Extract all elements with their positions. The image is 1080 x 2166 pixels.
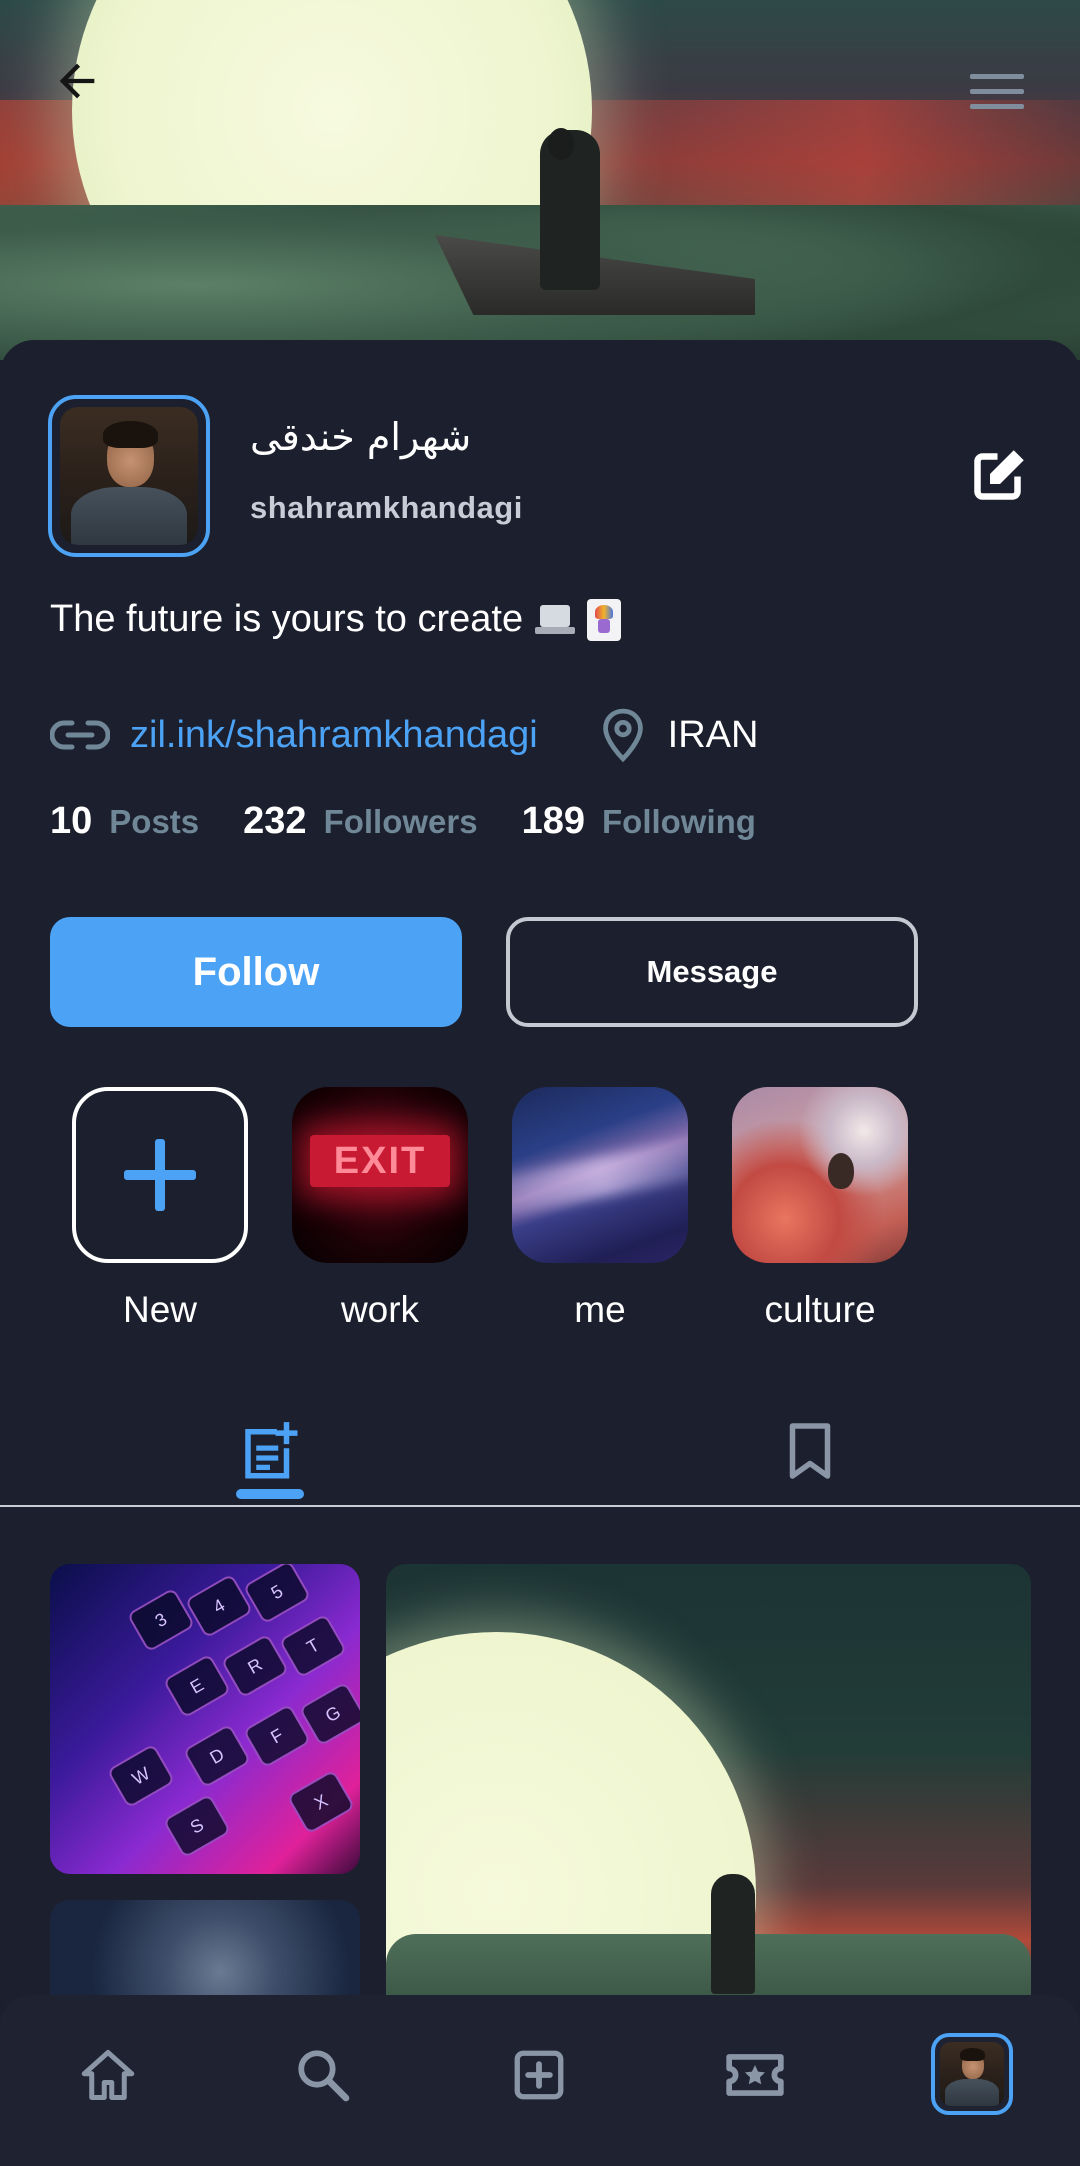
profile-avatar[interactable] xyxy=(48,395,210,557)
keyboard-key: W xyxy=(106,1743,176,1809)
cover-photo xyxy=(0,0,1080,360)
keyboard-key: 3 xyxy=(126,1587,196,1653)
location-text: IRAN xyxy=(667,713,759,756)
highlight-work[interactable]: EXIT work xyxy=(292,1087,468,1331)
highlight-label: me xyxy=(574,1289,626,1330)
content-tabs xyxy=(0,1393,1080,1507)
highlight-label: work xyxy=(340,1289,420,1330)
tab-saved[interactable] xyxy=(770,1411,850,1491)
username: shahramkhandagi xyxy=(250,490,523,525)
link-location-row: zil.ink/shahramkhandagi IRAN xyxy=(50,705,758,765)
joker-card-emoji xyxy=(587,598,622,641)
keyboard-key: E xyxy=(162,1653,232,1719)
follow-button[interactable]: Follow xyxy=(50,917,462,1027)
bio-text: The future is yours to create xyxy=(50,598,524,640)
keyboard-key: 4 xyxy=(184,1573,254,1639)
keyboard-key: S xyxy=(162,1793,232,1859)
stat-value: 189 xyxy=(521,800,585,842)
highlight-label: culture xyxy=(764,1289,876,1330)
keyboard-key: D xyxy=(182,1723,252,1789)
nav-home[interactable] xyxy=(68,2035,148,2115)
bottom-navigation xyxy=(0,1995,1080,2166)
message-button[interactable]: Message xyxy=(506,917,918,1027)
highlight-new-thumb xyxy=(72,1087,248,1263)
keyboard-key: R xyxy=(220,1633,290,1699)
keyboard-key: T xyxy=(278,1613,348,1679)
tab-posts[interactable] xyxy=(230,1411,310,1491)
stat-label: Following xyxy=(602,803,756,840)
stats-row: 10 Posts 232 Followers 189 Following xyxy=(50,800,800,843)
active-tab-indicator xyxy=(236,1489,304,1499)
nav-profile[interactable] xyxy=(931,2033,1013,2115)
edit-icon xyxy=(974,450,1024,500)
edit-profile-button[interactable] xyxy=(962,436,1038,512)
stat-following[interactable]: 189 Following xyxy=(522,800,756,843)
nav-reels[interactable] xyxy=(715,2035,795,2115)
avatar-photo xyxy=(60,407,198,545)
hamburger-menu-icon xyxy=(970,74,1024,109)
stat-value: 232 xyxy=(243,800,307,842)
balloon xyxy=(828,1153,854,1189)
link-icon xyxy=(50,715,110,755)
highlight-me[interactable]: me xyxy=(512,1087,688,1331)
highlight-new[interactable]: New xyxy=(72,1087,248,1331)
stat-posts[interactable]: 10 Posts xyxy=(50,800,199,843)
arrow-left-icon xyxy=(59,63,95,99)
stat-label: Posts xyxy=(109,803,200,840)
keyboard-key: 5 xyxy=(242,1564,312,1625)
plus-icon xyxy=(124,1139,196,1211)
profile-link[interactable]: zil.ink/shahramkhandagi xyxy=(130,714,538,757)
highlight-culture-thumb xyxy=(732,1087,908,1263)
ticket-star-icon xyxy=(726,2054,784,2096)
bio: The future is yours to create xyxy=(50,598,622,641)
cover-figure-head xyxy=(548,128,574,160)
post-thumbnail[interactable] xyxy=(386,1564,1031,2024)
laptop-emoji xyxy=(535,604,576,635)
exit-sign: EXIT xyxy=(310,1135,450,1187)
highlight-culture[interactable]: culture xyxy=(732,1087,908,1331)
highlight-work-thumb: EXIT xyxy=(292,1087,468,1263)
nav-create[interactable] xyxy=(499,2035,579,2115)
post-add-icon xyxy=(245,1422,298,1479)
display-name: شهرام خندقی xyxy=(250,415,472,459)
post-figure xyxy=(711,1874,755,1994)
highlight-me-thumb xyxy=(512,1087,688,1263)
add-box-icon xyxy=(514,2050,564,2100)
stat-value: 10 xyxy=(50,800,93,842)
location-pin-icon xyxy=(598,705,648,765)
back-button[interactable] xyxy=(40,44,114,118)
search-icon xyxy=(298,2050,350,2102)
highlight-label: New xyxy=(122,1289,198,1330)
keyboard-key: X xyxy=(286,1769,356,1835)
bookmark-icon xyxy=(789,1423,831,1479)
avatar xyxy=(940,2042,1004,2106)
menu-button[interactable] xyxy=(960,62,1034,122)
home-icon xyxy=(81,2050,135,2100)
stat-label: Followers xyxy=(323,803,478,840)
stat-followers[interactable]: 232 Followers xyxy=(243,800,477,843)
post-thumbnail[interactable]: 3 4 5 E R T D F G W S X xyxy=(50,1564,360,1874)
nav-search[interactable] xyxy=(283,2035,363,2115)
